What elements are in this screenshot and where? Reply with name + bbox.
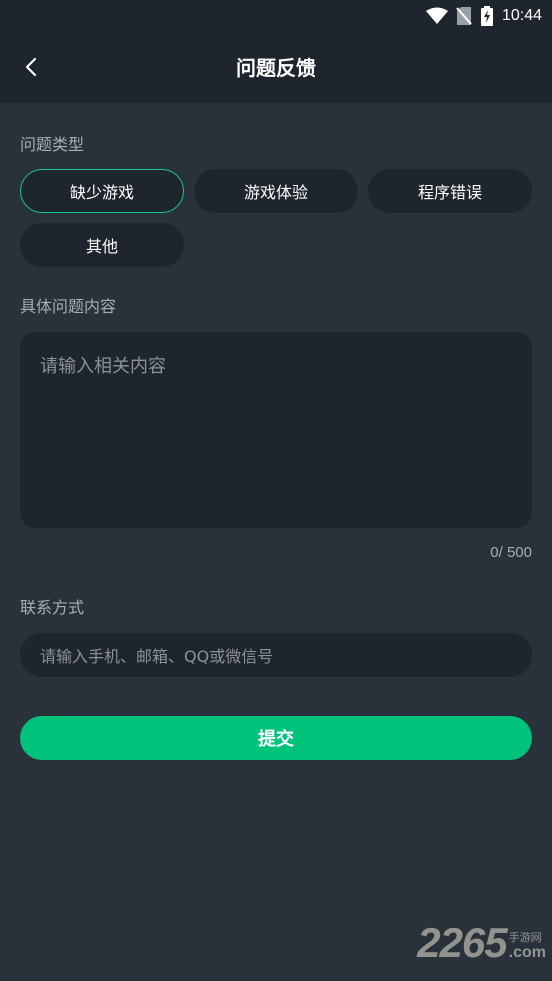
submit-label: 提交 bbox=[258, 729, 294, 750]
chip-program-error[interactable]: 程序错误 bbox=[368, 169, 532, 213]
status-bar: 10:44 bbox=[425, 6, 542, 26]
chip-missing-game[interactable]: 缺少游戏 bbox=[20, 169, 184, 213]
watermark-logo: 2265 手游网 .com bbox=[417, 919, 546, 967]
issue-type-label: 问题类型 bbox=[20, 135, 85, 154]
contact-label: 联系方式 bbox=[20, 598, 85, 617]
no-sim-icon bbox=[456, 7, 472, 25]
watermark-domain: .com bbox=[508, 944, 546, 961]
content-label: 具体问题内容 bbox=[20, 297, 117, 316]
submit-button[interactable]: 提交 bbox=[20, 716, 532, 760]
wifi-icon bbox=[425, 7, 448, 24]
battery-charging-icon bbox=[480, 6, 493, 26]
content-placeholder: 请输入相关内容 bbox=[40, 356, 166, 377]
chip-label: 程序错误 bbox=[417, 183, 482, 202]
top-bar: 10:44 问题反馈 bbox=[0, 0, 552, 103]
char-counter: 0/ 500 bbox=[490, 544, 532, 561]
page-title: 问题反馈 bbox=[236, 56, 316, 80]
chip-label: 缺少游戏 bbox=[69, 183, 134, 202]
watermark-number: 2265 bbox=[417, 919, 507, 966]
contact-placeholder: 请输入手机、邮箱、QQ或微信号 bbox=[40, 647, 274, 666]
contact-input[interactable]: 请输入手机、邮箱、QQ或微信号 bbox=[20, 633, 532, 677]
chip-label: 其他 bbox=[85, 237, 118, 256]
chip-other[interactable]: 其他 bbox=[20, 223, 184, 267]
watermark-site-name: 手游网 bbox=[508, 931, 542, 944]
status-time: 10:44 bbox=[501, 7, 542, 24]
chip-game-experience[interactable]: 游戏体验 bbox=[194, 169, 358, 213]
chip-label: 游戏体验 bbox=[243, 183, 308, 202]
content-textarea[interactable]: 请输入相关内容 bbox=[20, 332, 532, 528]
